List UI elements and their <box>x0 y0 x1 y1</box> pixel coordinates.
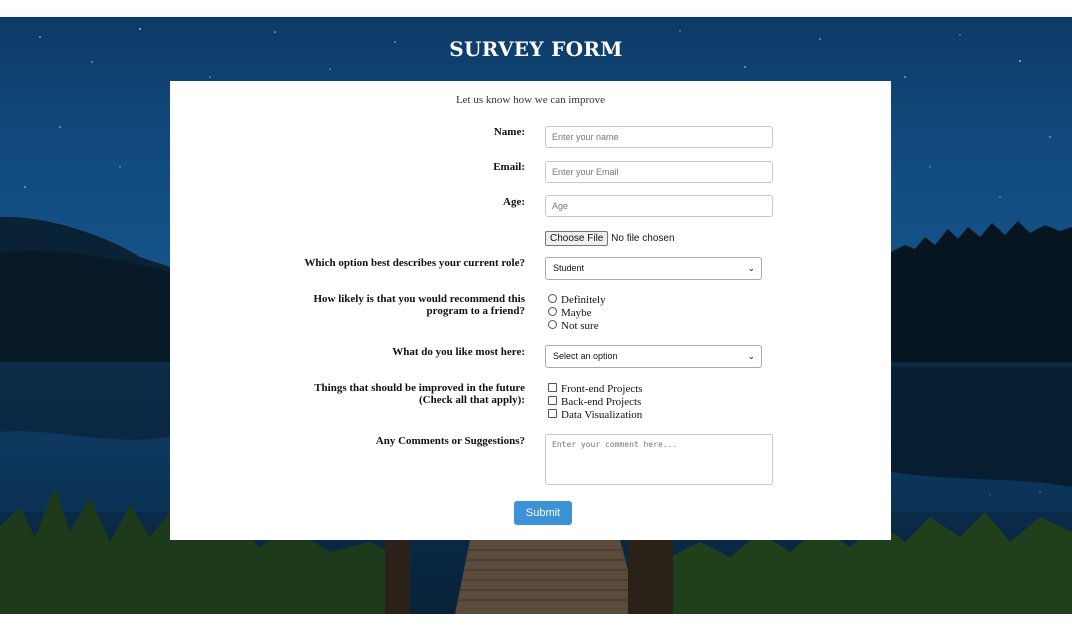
email-label: Email: <box>493 161 525 173</box>
checkbox-label: Front-end Projects <box>561 383 643 395</box>
background-scene: SURVEY FORM Let us know how we can impro… <box>0 17 1072 614</box>
radio-option[interactable]: Not sure <box>548 320 599 332</box>
radio-option[interactable]: Definitely <box>548 294 606 306</box>
improve-label: Things that should be improved in the fu… <box>170 382 525 406</box>
radio-icon[interactable] <box>548 307 557 316</box>
radio-label: Maybe <box>561 307 592 319</box>
comments-textarea[interactable]: Enter your comment here... <box>545 434 773 485</box>
like-most-select[interactable]: Select an option ⌄ <box>545 345 762 368</box>
improve-label-line2: (Check all that apply): <box>418 394 525 406</box>
checkbox-option[interactable]: Front-end Projects <box>548 383 643 395</box>
recommend-label-line2: program to a friend? <box>426 305 525 317</box>
checkbox-icon[interactable] <box>548 383 557 392</box>
recommend-label: How likely is that you would recommend t… <box>170 293 525 317</box>
radio-icon[interactable] <box>548 294 557 303</box>
like-most-selected-value: Select an option <box>553 351 618 361</box>
chevron-down-icon: ⌄ <box>747 263 755 273</box>
checkbox-option[interactable]: Back-end Projects <box>548 396 641 408</box>
recommend-label-line1: How likely is that you would recommend t… <box>313 293 525 305</box>
improve-label-line1: Things that should be improved in the fu… <box>314 382 525 394</box>
like-most-label: What do you like most here: <box>392 346 525 358</box>
radio-option[interactable]: Maybe <box>548 307 592 319</box>
choose-file-button[interactable]: Choose File <box>545 231 609 246</box>
checkbox-icon[interactable] <box>548 396 557 405</box>
age-input[interactable]: Age <box>545 195 773 217</box>
role-label: Which option best describes your current… <box>304 257 525 269</box>
radio-icon[interactable] <box>548 320 557 329</box>
role-selected-value: Student <box>553 263 585 273</box>
checkbox-option[interactable]: Data Visualization <box>548 409 642 421</box>
file-upload: Choose File No file chosen <box>545 231 675 246</box>
checkbox-label: Data Visualization <box>561 409 643 421</box>
submit-button[interactable]: Submit <box>514 501 572 525</box>
checkbox-label: Back-end Projects <box>561 396 642 408</box>
radio-label: Definitely <box>561 294 606 306</box>
chevron-down-icon: ⌄ <box>747 351 755 361</box>
file-status: No file chosen <box>611 233 675 244</box>
checkbox-icon[interactable] <box>548 409 557 418</box>
comments-label: Any Comments or Suggestions? <box>375 435 525 447</box>
radio-label: Not sure <box>561 320 599 332</box>
email-input[interactable]: Enter your Email <box>545 161 773 183</box>
page-title: SURVEY FORM <box>449 37 623 61</box>
survey-form: Let us know how we can improve Name: Ent… <box>170 81 891 540</box>
name-input[interactable]: Enter your name <box>545 126 773 148</box>
age-label: Age: <box>503 196 525 208</box>
name-label: Name: <box>493 126 525 138</box>
role-select[interactable]: Student ⌄ <box>545 257 762 280</box>
form-description: Let us know how we can improve <box>455 94 606 106</box>
